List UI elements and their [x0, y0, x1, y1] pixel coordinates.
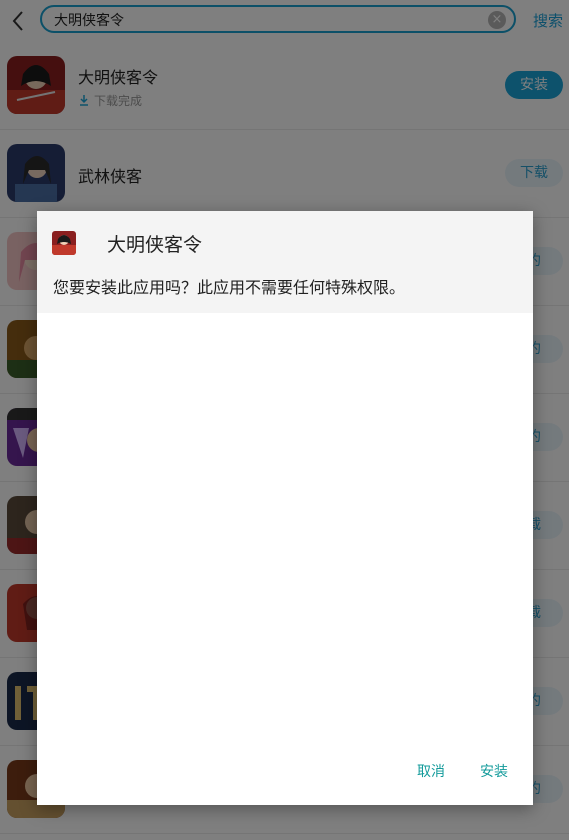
dialog-title: 大明侠客令 [107, 234, 203, 256]
cancel-button[interactable]: 取消 [417, 761, 445, 781]
install-dialog: 大明侠客令 您要安装此应用吗？此应用不需要任何特殊权限。 取消 安装 [37, 211, 533, 805]
dialog-message: 您要安装此应用吗？此应用不需要任何特殊权限。 [53, 278, 406, 297]
app-icon [52, 231, 76, 255]
dialog-header: 大明侠客令 您要安装此应用吗？此应用不需要任何特殊权限。 [37, 211, 533, 313]
install-button[interactable]: 安装 [480, 761, 508, 781]
